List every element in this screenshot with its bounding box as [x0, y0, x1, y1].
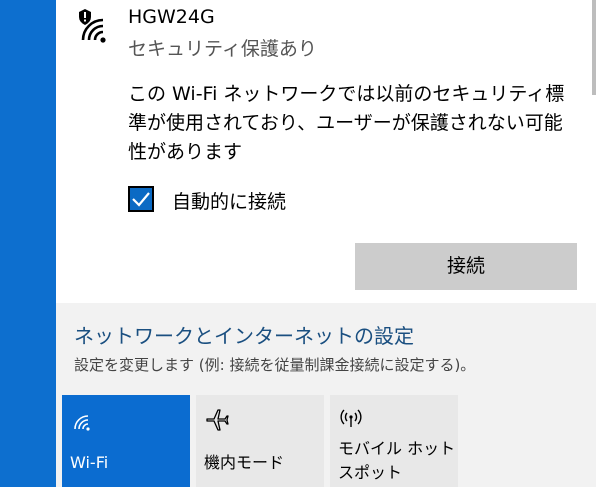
network-settings-description: 設定を変更します (例: 接続を従量制課金接続に設定する)。 — [74, 356, 476, 374]
auto-connect-label[interactable]: 自動的に接続 — [172, 187, 286, 214]
hotspot-icon — [340, 409, 362, 427]
wifi-icon — [74, 415, 90, 431]
auto-connect-checkbox[interactable] — [128, 186, 154, 212]
quick-action-mobile-hotspot[interactable]: モバイル ホットスポット — [330, 395, 458, 487]
network-settings-link[interactable]: ネットワークとインターネットの設定 — [74, 320, 414, 349]
quick-action-label: 機内モード — [204, 453, 285, 472]
quick-action-label: モバイル ホットスポット — [338, 439, 456, 482]
quick-action-wifi[interactable]: Wi-Fi — [62, 395, 190, 487]
checkmark-icon — [132, 192, 150, 207]
wifi-shield-warning-icon — [79, 9, 106, 43]
quick-action-label: Wi-Fi — [70, 453, 109, 472]
network-ssid: HGW24G — [128, 6, 215, 28]
network-flyout: HGW24G セキュリティ保護あり この Wi-Fi ネットワークでは以前のセキ… — [56, 0, 596, 487]
connect-button[interactable]: 接続 — [355, 243, 577, 290]
network-item-expanded[interactable]: HGW24G セキュリティ保護あり この Wi-Fi ネットワークでは以前のセキ… — [56, 0, 596, 303]
network-security-status: セキュリティ保護あり — [128, 38, 317, 60]
airplane-icon — [206, 409, 229, 431]
quick-action-airplane-mode[interactable]: 機内モード — [196, 395, 324, 487]
scrollbar[interactable] — [592, 0, 596, 95]
security-warning-text: この Wi-Fi ネットワークでは以前のセキュリティ標準が使用されており、ユーザ… — [128, 83, 565, 163]
